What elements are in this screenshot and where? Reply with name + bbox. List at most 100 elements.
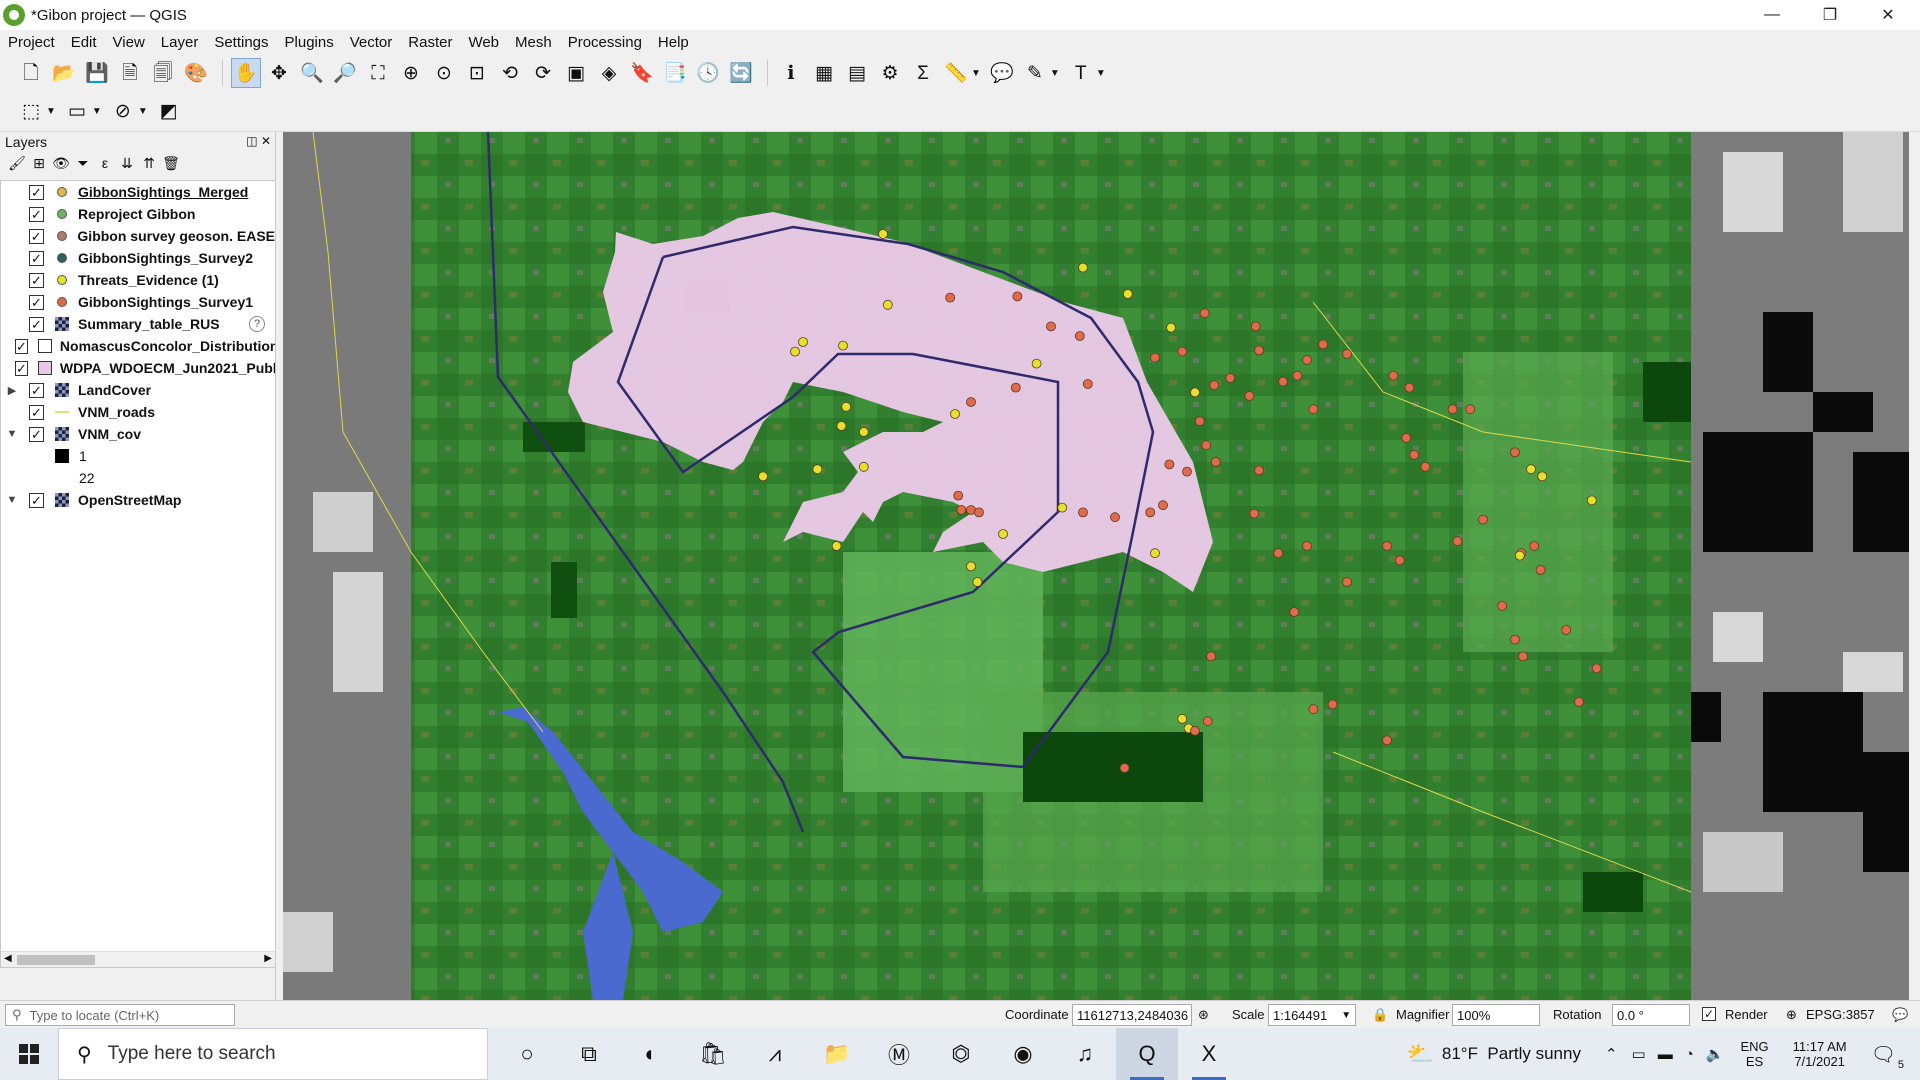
zoom-in-icon[interactable]: 🔍 — [297, 58, 327, 88]
chevron-down-icon[interactable]: ▼ — [971, 68, 981, 79]
menu-plugins[interactable]: Plugins — [277, 34, 342, 51]
cortana-icon[interactable]: ○ — [496, 1028, 558, 1080]
minimize-button[interactable]: — — [1743, 0, 1801, 30]
zoom-last-icon[interactable]: ⟲ — [495, 58, 525, 88]
close-panel-icon[interactable]: ✕ — [261, 134, 271, 148]
layer-visibility-checkbox[interactable]: ✓ — [29, 492, 44, 508]
menu-view[interactable]: View — [105, 34, 153, 51]
qgis-icon[interactable]: Q — [1116, 1028, 1178, 1080]
map-canvas[interactable] — [283, 132, 1920, 1000]
chevron-down-icon[interactable]: ▼ — [1050, 68, 1060, 79]
zoom-next-icon[interactable]: ⟳ — [528, 58, 558, 88]
weather-icon[interactable]: ⛅ — [1406, 1041, 1433, 1067]
wifi-icon[interactable]: ◔ — [1685, 1046, 1694, 1063]
crs-globe-icon[interactable]: ⊕ — [1786, 1007, 1797, 1023]
measure-line-icon[interactable]: 📏 — [941, 58, 971, 88]
spotify-icon[interactable]: ♫ — [1054, 1028, 1116, 1080]
label-tool-icon[interactable]: T — [1066, 58, 1096, 88]
task-view-icon[interactable]: ⧉ — [558, 1028, 620, 1080]
layer-row[interactable]: ▼ ✓ OpenStreetMap — [1, 489, 275, 511]
collapse-icon[interactable]: ▼ — [5, 494, 19, 506]
close-button[interactable]: ✕ — [1859, 0, 1917, 30]
meet-now-icon[interactable]: ▭ — [1632, 1045, 1646, 1063]
chevron-up-icon[interactable]: ⌃ — [1605, 1045, 1618, 1063]
chevron-down-icon[interactable]: ▼ — [92, 106, 102, 117]
zoom-native-icon[interactable]: ⊡ — [462, 58, 492, 88]
map-tips-icon[interactable]: 💬 — [987, 58, 1017, 88]
temporal-controller-icon[interactable]: 🕓 — [693, 58, 723, 88]
open-project-icon[interactable]: 📂 — [49, 58, 79, 88]
menu-edit[interactable]: Edit — [63, 34, 105, 51]
refresh-icon[interactable]: 🔄 — [726, 58, 756, 88]
collapse-all-icon[interactable]: ⇈ — [138, 155, 160, 172]
layer-visibility-checkbox[interactable]: ✓ — [29, 404, 44, 420]
layer-row[interactable]: ✓ NomascusConcolor_Distribution — [1, 335, 275, 357]
weather-text[interactable]: 81°F Partly sunny — [1442, 1044, 1581, 1064]
layer-visibility-checkbox[interactable]: ✓ — [29, 316, 44, 332]
layer-row[interactable]: ✓ GibbonSightings_Survey1 — [1, 291, 275, 313]
scroll-right-icon[interactable]: ▶ — [264, 953, 272, 964]
new-print-layout-icon[interactable]: 🗎 — [115, 58, 145, 88]
layer-row[interactable]: ✓ Summary_table_RUS? — [1, 313, 275, 335]
menu-mesh[interactable]: Mesh — [507, 34, 560, 51]
select-by-value-icon[interactable]: ▭ — [62, 97, 92, 127]
layer-row[interactable]: ✓ Gibbon survey geoson. EASE — [1, 225, 275, 247]
new-3d-view-icon[interactable]: ◈ — [594, 58, 624, 88]
edit-annotation-icon[interactable]: ◩ — [154, 97, 184, 127]
save-project-icon[interactable]: 💾 — [82, 58, 112, 88]
menu-help[interactable]: Help — [650, 34, 697, 51]
processing-toolbox-icon[interactable]: ⚙ — [875, 58, 905, 88]
layer-row[interactable]: ▶ ✓ LandCover — [1, 379, 275, 401]
mendeley-icon[interactable]: Ⓜ — [868, 1028, 930, 1080]
rotation-field[interactable]: 0.0 ° — [1612, 1004, 1690, 1026]
messages-icon[interactable]: 💬 — [1892, 1007, 1908, 1023]
start-button[interactable] — [0, 1028, 58, 1080]
coordinate-field[interactable]: 11612713,2484036 — [1072, 1004, 1192, 1026]
identify-features-icon[interactable]: ℹ — [776, 58, 806, 88]
scale-field[interactable]: 1:164491 ▼ — [1268, 1004, 1356, 1026]
layer-row[interactable]: ✓ GibbonSightings_Survey2 — [1, 247, 275, 269]
remove-layer-icon[interactable]: 🗑 — [160, 155, 182, 172]
clock[interactable]: 11:17 AM 7/1/2021 — [1793, 1039, 1847, 1069]
lock-icon[interactable]: 🔒 — [1372, 1007, 1388, 1023]
zoom-to-layer-icon[interactable]: ⊙ — [429, 58, 459, 88]
layer-row[interactable]: ▼ ✓ VNM_cov — [1, 423, 275, 445]
zoom-full-icon[interactable]: ⛶ — [363, 58, 393, 88]
layer-tree-hscrollbar[interactable]: ◀ ▶ — [1, 951, 275, 967]
layer-visibility-checkbox[interactable]: ✓ — [29, 272, 44, 288]
notifications-button[interactable]: 🗨 5 — [1871, 1042, 1904, 1071]
expand-icon[interactable]: ▶ — [5, 384, 19, 397]
scroll-thumb[interactable] — [17, 955, 95, 965]
expand-all-icon[interactable]: ⇊ — [116, 155, 138, 172]
new-map-view-icon[interactable]: ▣ — [561, 58, 591, 88]
new-bookmark-icon[interactable]: 🔖 — [627, 58, 657, 88]
menu-vector[interactable]: Vector — [342, 34, 401, 51]
volume-icon[interactable]: 🔈 — [1706, 1045, 1725, 1063]
layer-row[interactable]: ✓ GibbonSightings_Merged — [1, 181, 275, 203]
file-explorer-icon[interactable]: 📁 — [806, 1028, 868, 1080]
language-indicator[interactable]: ENG ES — [1740, 1039, 1768, 1069]
chevron-down-icon[interactable]: ▼ — [1341, 1010, 1351, 1021]
filter-legend-icon[interactable]: ⏷ — [72, 155, 94, 172]
chevron-down-icon[interactable]: ▼ — [1096, 68, 1106, 79]
zoom-out-icon[interactable]: 🔎 — [330, 58, 360, 88]
text-annotation-icon[interactable]: ✎ — [1020, 58, 1050, 88]
layer-visibility-checkbox[interactable]: ✓ — [15, 360, 28, 376]
chevron-down-icon[interactable]: ▼ — [138, 106, 148, 117]
layer-visibility-checkbox[interactable]: ✓ — [29, 206, 44, 222]
layer-visibility-checkbox[interactable]: ✓ — [29, 184, 44, 200]
render-checkbox[interactable]: ✓ — [1702, 1007, 1716, 1021]
filter-by-expression-icon[interactable]: ε — [94, 155, 116, 171]
layer-row[interactable]: ✓ Threats_Evidence (1) — [1, 269, 275, 291]
zoom-to-selection-icon[interactable]: ⊕ — [396, 58, 426, 88]
chrome-icon[interactable]: ◉ — [992, 1028, 1054, 1080]
collapse-icon[interactable]: ▼ — [5, 428, 19, 440]
layer-visibility-checkbox[interactable]: ✓ — [15, 338, 28, 354]
menu-project[interactable]: Project — [0, 34, 63, 51]
menu-web[interactable]: Web — [460, 34, 507, 51]
locator-search-input[interactable]: ⚲ Type to locate (Ctrl+K) — [5, 1004, 235, 1026]
layer-visibility-checkbox[interactable]: ✓ — [29, 294, 44, 310]
layer-visibility-checkbox[interactable]: ✓ — [28, 228, 44, 244]
menu-raster[interactable]: Raster — [400, 34, 460, 51]
chevron-down-icon[interactable]: ▼ — [46, 106, 56, 117]
